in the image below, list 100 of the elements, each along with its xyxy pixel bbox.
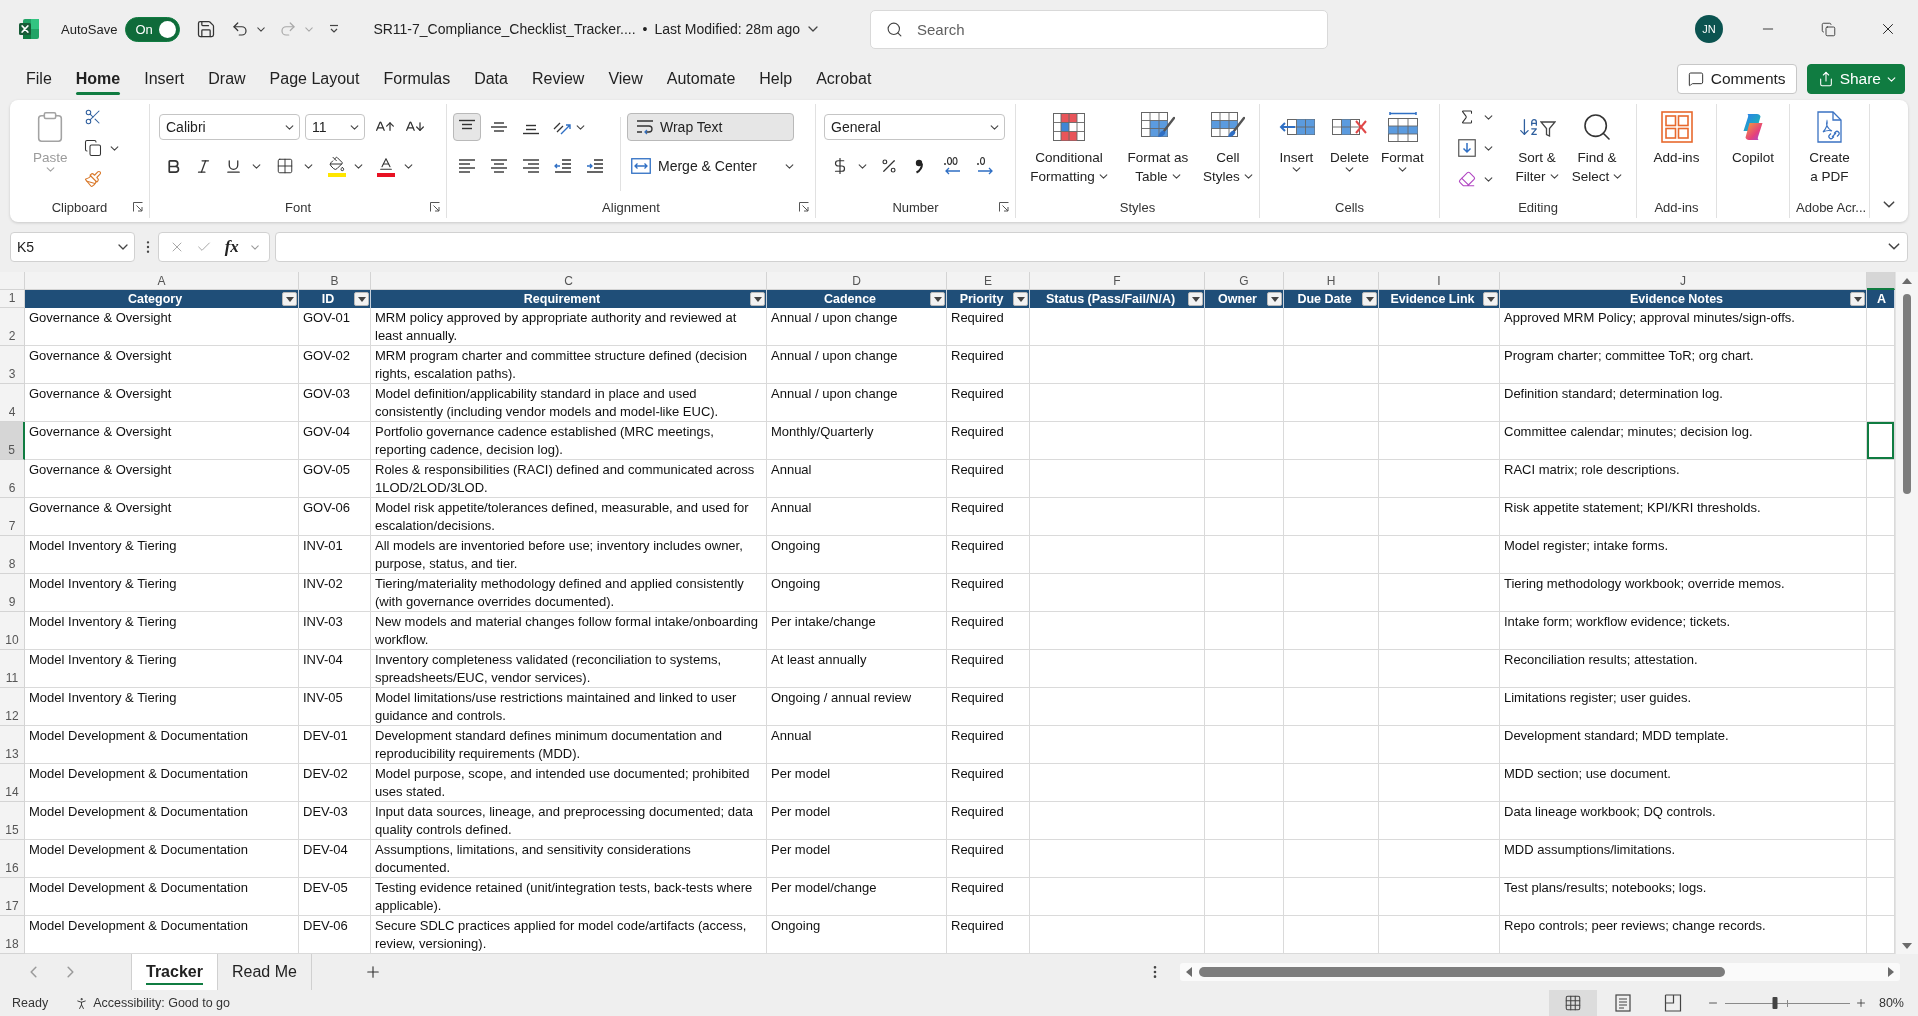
row-number[interactable]: 18 xyxy=(0,916,25,954)
row-number[interactable]: 2 xyxy=(0,308,25,346)
filter-dropdown-icon[interactable] xyxy=(1188,292,1203,306)
filter-dropdown-icon[interactable] xyxy=(1850,292,1865,306)
format-as-table-button[interactable]: Format as Table xyxy=(1118,106,1198,186)
font-color-icon[interactable] xyxy=(377,155,395,177)
copilot-button[interactable]: Copilot xyxy=(1728,106,1778,167)
copy-icon[interactable] xyxy=(83,139,102,157)
caret-icon[interactable] xyxy=(109,145,119,151)
caret-icon[interactable] xyxy=(118,244,128,250)
filter-dropdown-icon[interactable] xyxy=(1483,292,1498,306)
caret-icon[interactable] xyxy=(1292,167,1301,172)
search-field[interactable]: Search xyxy=(870,9,1328,49)
create-pdf-button[interactable]: Create a PDF xyxy=(1805,106,1854,186)
horizontal-scrollbar[interactable] xyxy=(1180,963,1900,981)
row-number[interactable]: 15 xyxy=(0,802,25,840)
zoom-slider-thumb[interactable] xyxy=(1772,997,1778,1009)
save-icon[interactable] xyxy=(196,19,217,39)
underline-icon[interactable] xyxy=(225,157,242,175)
scrollbar-thumb[interactable] xyxy=(1199,967,1725,977)
sheet-tab[interactable]: Read Me xyxy=(217,954,312,990)
number-format-dropdown[interactable]: General xyxy=(824,114,1005,140)
caret-icon[interactable] xyxy=(350,124,359,130)
row-number[interactable]: 8 xyxy=(0,536,25,574)
row-number[interactable]: 10 xyxy=(0,612,25,650)
format-cells-button[interactable]: Format xyxy=(1376,106,1429,172)
decrease-indent-icon[interactable] xyxy=(554,158,572,174)
ribbon-tab[interactable]: Automate xyxy=(654,60,748,98)
font-name-dropdown[interactable]: Calibri xyxy=(159,114,300,140)
scroll-left-arrow-icon[interactable] xyxy=(1186,967,1192,977)
row-number[interactable]: 4 xyxy=(0,384,25,422)
caret-icon[interactable] xyxy=(858,163,867,169)
row-number[interactable]: 14 xyxy=(0,764,25,802)
caret-icon[interactable] xyxy=(285,124,294,130)
sheet-tab[interactable]: Tracker xyxy=(132,954,218,990)
caret-icon[interactable] xyxy=(252,163,261,169)
scroll-up-arrow-icon[interactable] xyxy=(1902,278,1912,284)
row-number[interactable]: 7 xyxy=(0,498,25,536)
add-ins-button[interactable]: Add-ins xyxy=(1649,106,1704,167)
dialog-launcher-icon[interactable] xyxy=(799,202,809,212)
find-select-button[interactable]: Find & Select xyxy=(1567,106,1627,186)
column-heading[interactable]: G xyxy=(1205,272,1284,290)
ribbon-tab[interactable]: Review xyxy=(519,60,597,98)
ribbon-tab[interactable]: Home xyxy=(63,60,133,98)
caret-icon[interactable] xyxy=(1098,174,1108,179)
row-number[interactable]: 3 xyxy=(0,346,25,384)
row-number[interactable]: 16 xyxy=(0,840,25,878)
ribbon-tab[interactable]: View xyxy=(596,60,655,98)
scroll-right-arrow-icon[interactable] xyxy=(1888,967,1894,977)
accessibility-button[interactable]: Accessibility: Good to go xyxy=(74,995,230,1011)
sort-filter-button[interactable]: Sort & Filter xyxy=(1507,106,1567,186)
caret-icon[interactable] xyxy=(1484,176,1493,182)
column-heading[interactable]: F xyxy=(1030,272,1205,290)
insert-function-button[interactable]: fx xyxy=(223,237,240,257)
ribbon-tab[interactable]: Acrobat xyxy=(804,60,884,98)
conditional-formatting-button[interactable]: Conditional Formatting xyxy=(1020,106,1118,186)
filter-dropdown-icon[interactable] xyxy=(354,292,369,306)
ribbon-tab[interactable]: Page Layout xyxy=(257,60,372,98)
comma-style-icon[interactable] xyxy=(914,158,924,174)
caret-icon[interactable] xyxy=(1243,174,1253,179)
share-button[interactable]: Share xyxy=(1806,64,1905,94)
italic-icon[interactable] xyxy=(195,157,212,175)
filter-dropdown-icon[interactable] xyxy=(1267,292,1282,306)
row-number[interactable]: 17 xyxy=(0,878,25,916)
bold-icon[interactable] xyxy=(165,157,182,175)
normal-view-button[interactable] xyxy=(1548,990,1597,1016)
caret-icon[interactable] xyxy=(354,163,363,169)
caret-icon[interactable] xyxy=(1398,167,1407,172)
autosave-toggle[interactable]: On xyxy=(125,16,181,42)
caret-icon[interactable] xyxy=(404,163,413,169)
merge-center-button[interactable]: Merge & Center xyxy=(627,152,761,180)
row-number[interactable]: 12 xyxy=(0,688,25,726)
column-heading[interactable]: C xyxy=(371,272,767,290)
caret-icon[interactable] xyxy=(1484,114,1493,120)
caret-icon[interactable] xyxy=(1171,174,1181,179)
ribbon-tab[interactable]: Help xyxy=(747,60,805,98)
restore-icon[interactable] xyxy=(1820,21,1836,37)
cell-styles-button[interactable]: Cell Styles xyxy=(1198,106,1258,186)
font-size-dropdown[interactable]: 11 xyxy=(305,114,365,140)
comments-button[interactable]: Comments xyxy=(1676,64,1797,94)
filter-dropdown-icon[interactable] xyxy=(930,292,945,306)
name-box[interactable]: K5 xyxy=(10,232,135,262)
filter-dropdown-icon[interactable] xyxy=(1013,292,1028,306)
fill-color-icon[interactable] xyxy=(328,155,346,177)
wrap-text-button[interactable]: Wrap Text xyxy=(627,113,794,141)
caret-icon[interactable] xyxy=(990,124,999,130)
row-number[interactable]: 5 xyxy=(0,422,25,460)
borders-icon[interactable] xyxy=(276,157,294,175)
row-number[interactable]: 13 xyxy=(0,726,25,764)
column-heading[interactable]: B xyxy=(299,272,371,290)
row-number[interactable]: 11 xyxy=(0,650,25,688)
row-number[interactable]: 6 xyxy=(0,460,25,498)
caret-icon[interactable] xyxy=(1345,167,1354,172)
decrease-decimal-icon[interactable] xyxy=(975,156,995,176)
column-heading[interactable] xyxy=(1867,272,1895,290)
column-heading[interactable]: E xyxy=(947,272,1030,290)
align-top-button[interactable] xyxy=(453,113,481,141)
column-heading[interactable]: I xyxy=(1379,272,1500,290)
formula-input-field[interactable] xyxy=(275,232,1908,262)
filter-dropdown-icon[interactable] xyxy=(282,292,297,306)
